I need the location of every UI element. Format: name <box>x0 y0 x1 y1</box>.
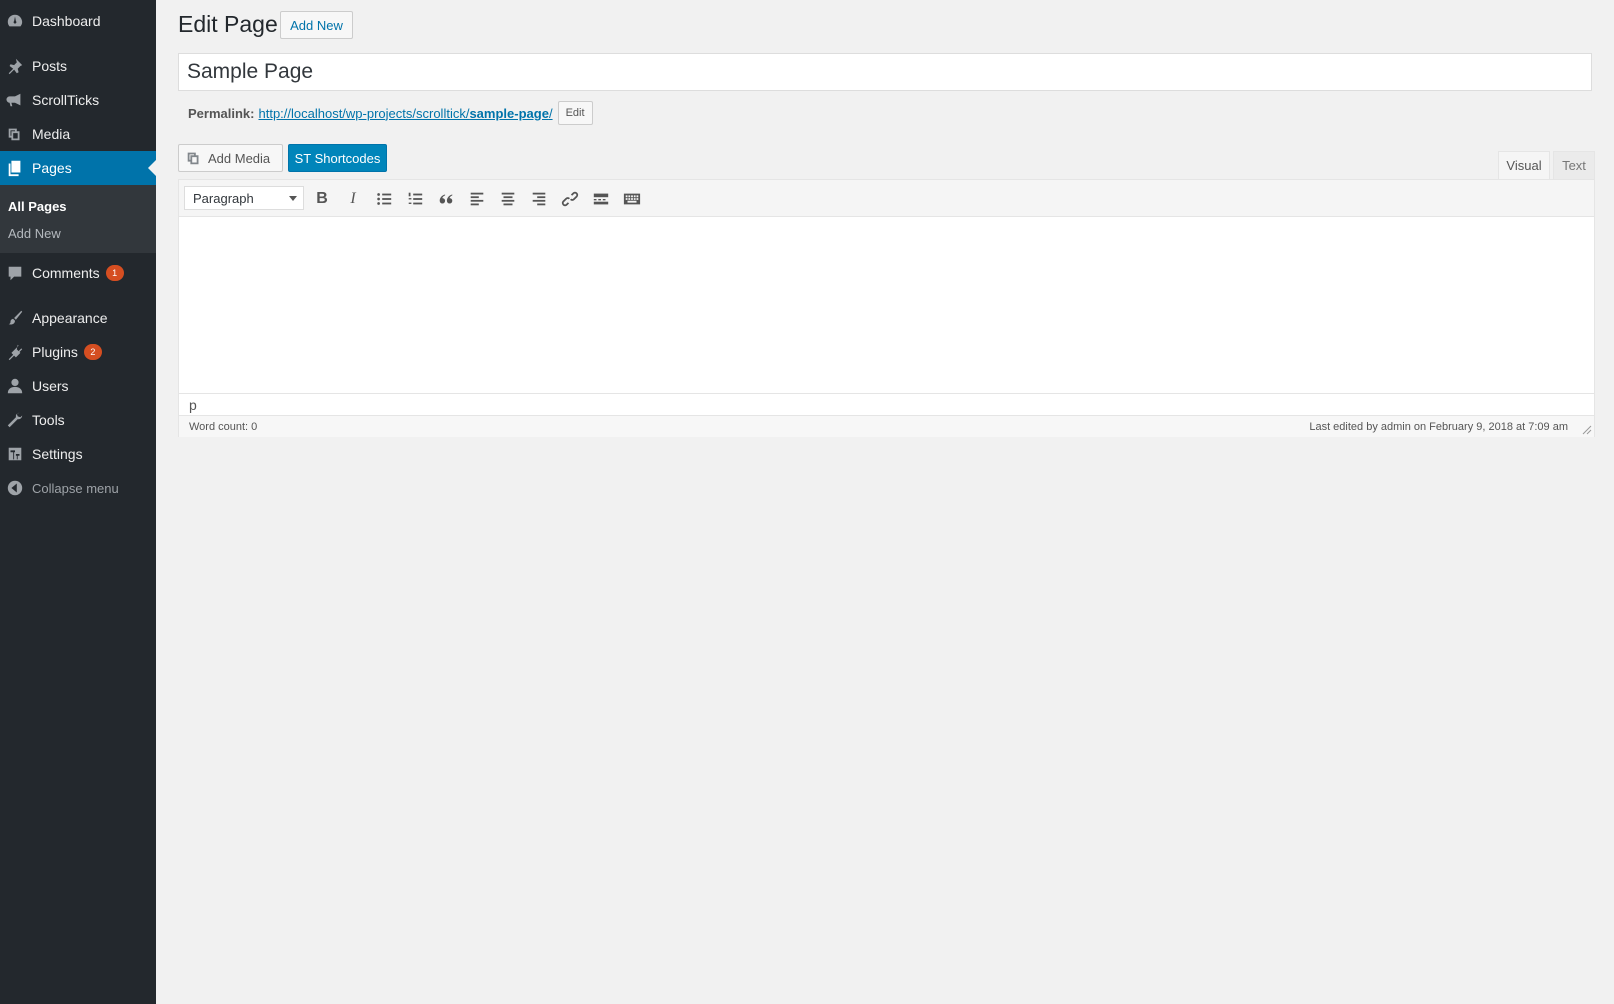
menu-item-media[interactable]: Media <box>0 117 156 151</box>
keyboard-icon <box>623 193 641 205</box>
menu-label: Plugins <box>32 344 78 360</box>
permalink-edit-button[interactable]: Edit <box>557 101 593 125</box>
megaphone-icon <box>5 90 25 110</box>
link-icon <box>561 191 579 207</box>
read-more-icon <box>593 193 609 205</box>
permalink-end: / <box>548 105 553 121</box>
editor-toolbar: Paragraph B I <box>179 180 1594 217</box>
insert-link-button[interactable] <box>559 188 581 210</box>
align-center-icon <box>501 192 515 206</box>
editor-content-area[interactable] <box>179 217 1594 393</box>
permalink-base: http://localhost/wp-projects/scrolltick/ <box>258 105 470 121</box>
bulleted-list-icon <box>377 193 392 205</box>
menu-label: Collapse menu <box>32 480 119 496</box>
format-select[interactable]: Paragraph <box>184 186 304 210</box>
menu-item-scrollticks[interactable]: ScrollTicks <box>0 83 156 117</box>
permalink-link[interactable]: http://localhost/wp-projects/scrolltick/… <box>258 106 552 121</box>
permalink-row: Permalink: http://localhost/wp-projects/… <box>188 101 593 125</box>
menu-label: Dashboard <box>32 13 101 29</box>
plugin-icon <box>5 342 25 362</box>
read-more-button[interactable] <box>590 188 612 210</box>
collapse-menu-button[interactable]: Collapse menu <box>0 471 156 505</box>
settings-icon <box>5 444 25 464</box>
word-count: Word count: 0 <box>189 420 258 433</box>
menu-label: ScrollTicks <box>32 92 100 108</box>
tab-visual[interactable]: Visual <box>1498 151 1550 179</box>
pushpin-icon <box>5 56 25 76</box>
users-icon <box>5 376 25 396</box>
post-title-input[interactable] <box>178 53 1592 91</box>
blockquote-button[interactable] <box>435 188 457 210</box>
align-center-button[interactable] <box>497 188 519 210</box>
menu-item-comments[interactable]: Comments 1 <box>0 256 156 290</box>
numbered-list-icon <box>408 192 423 205</box>
align-right-button[interactable] <box>528 188 550 210</box>
pages-submenu: All Pages Add New <box>0 185 156 253</box>
media-icon <box>5 124 25 144</box>
last-edited-info: Last edited by admin on February 9, 2018… <box>1309 420 1568 433</box>
menu-label: Media <box>32 126 71 142</box>
italic-icon: I <box>350 190 356 207</box>
align-left-icon <box>470 192 484 206</box>
menu-label: Comments <box>32 265 100 281</box>
bulleted-list-button[interactable] <box>373 188 395 210</box>
tab-text[interactable]: Text <box>1553 151 1595 179</box>
media-icon <box>187 152 199 165</box>
comment-icon <box>5 263 25 283</box>
st-shortcodes-button[interactable]: ST Shortcodes <box>288 144 387 172</box>
submenu-all-pages[interactable]: All Pages <box>8 199 67 214</box>
page-title: Edit Page <box>178 11 278 37</box>
dashboard-icon <box>5 11 25 31</box>
permalink-label: Permalink: <box>188 105 255 121</box>
menu-item-plugins[interactable]: Plugins 2 <box>0 335 156 369</box>
bold-icon: B <box>316 190 328 207</box>
add-media-label: Add Media <box>208 150 271 166</box>
wrench-icon <box>5 410 25 430</box>
menu-item-pages[interactable]: Pages <box>0 151 156 185</box>
resize-handle-icon[interactable] <box>1582 425 1592 435</box>
blockquote-icon <box>439 194 453 204</box>
chevron-down-icon <box>289 196 297 201</box>
bold-button[interactable]: B <box>311 188 333 210</box>
menu-item-dashboard[interactable]: Dashboard <box>0 4 156 38</box>
menu-label: Appearance <box>32 310 108 326</box>
menu-label: Users <box>32 378 69 394</box>
format-select-value: Paragraph <box>193 190 254 206</box>
submenu-add-new[interactable]: Add New <box>8 226 61 241</box>
comments-count-badge: 1 <box>105 265 124 281</box>
menu-label: Settings <box>32 446 83 462</box>
italic-button[interactable]: I <box>342 188 364 210</box>
toolbar-toggle-button[interactable] <box>621 188 643 210</box>
permalink-slug: sample-page <box>469 105 549 121</box>
menu-label: Tools <box>32 412 65 428</box>
admin-sidebar: Dashboard Posts ScrollTicks Media Pages … <box>0 0 156 1004</box>
menu-item-tools[interactable]: Tools <box>0 403 156 437</box>
plugins-update-badge: 2 <box>83 344 102 360</box>
add-new-page-button[interactable]: Add New <box>280 11 353 39</box>
align-right-icon <box>532 192 546 206</box>
element-path-tag[interactable]: p <box>189 397 197 413</box>
content-editor: Paragraph B I p Word count: 0 Last edite… <box>178 179 1595 437</box>
menu-item-appearance[interactable]: Appearance <box>0 301 156 335</box>
add-media-button[interactable]: Add Media <box>178 144 283 172</box>
menu-item-users[interactable]: Users <box>0 369 156 403</box>
menu-label: Pages <box>32 160 72 176</box>
numbered-list-button[interactable] <box>404 188 426 210</box>
menu-item-posts[interactable]: Posts <box>0 49 156 83</box>
align-left-button[interactable] <box>466 188 488 210</box>
collapse-icon <box>5 478 25 498</box>
element-path: p <box>179 393 1594 415</box>
editor-status-bar: Word count: 0 Last edited by admin on Fe… <box>179 415 1594 437</box>
menu-item-settings[interactable]: Settings <box>0 437 156 471</box>
menu-label: Posts <box>32 58 68 74</box>
pages-icon <box>5 158 25 178</box>
paintbrush-icon <box>5 308 25 328</box>
